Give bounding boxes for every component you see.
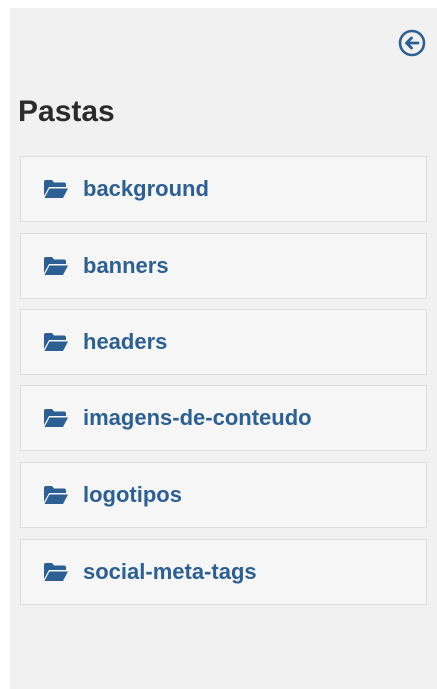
folder-label: banners [83, 253, 169, 278]
folder-item-headers[interactable]: headers [20, 309, 427, 375]
folder-item-background[interactable]: background [20, 156, 427, 222]
folder-item-imagens-de-conteudo[interactable]: imagens-de-conteudo [20, 385, 427, 451]
folder-item-logotipos[interactable]: logotipos [20, 462, 427, 528]
folders-panel: Pastas background banners headers imagen… [10, 8, 437, 689]
folder-open-icon [44, 333, 68, 351]
folder-label: imagens-de-conteudo [83, 405, 312, 430]
folder-open-icon [44, 486, 68, 504]
folder-open-icon [44, 180, 68, 198]
back-button[interactable] [397, 28, 427, 58]
circle-arrow-left-icon [398, 29, 426, 57]
folder-item-banners[interactable]: banners [20, 233, 427, 299]
folder-list: background banners headers imagens-de-co… [20, 156, 427, 616]
folder-label: social-meta-tags [83, 559, 257, 584]
folder-open-icon [44, 409, 68, 427]
folder-label: background [83, 176, 209, 201]
page-title: Pastas [18, 95, 115, 128]
folder-label: headers [83, 329, 168, 354]
folder-item-social-meta-tags[interactable]: social-meta-tags [20, 539, 427, 605]
folder-open-icon [44, 563, 68, 581]
folder-open-icon [44, 257, 68, 275]
folder-label: logotipos [83, 482, 182, 507]
